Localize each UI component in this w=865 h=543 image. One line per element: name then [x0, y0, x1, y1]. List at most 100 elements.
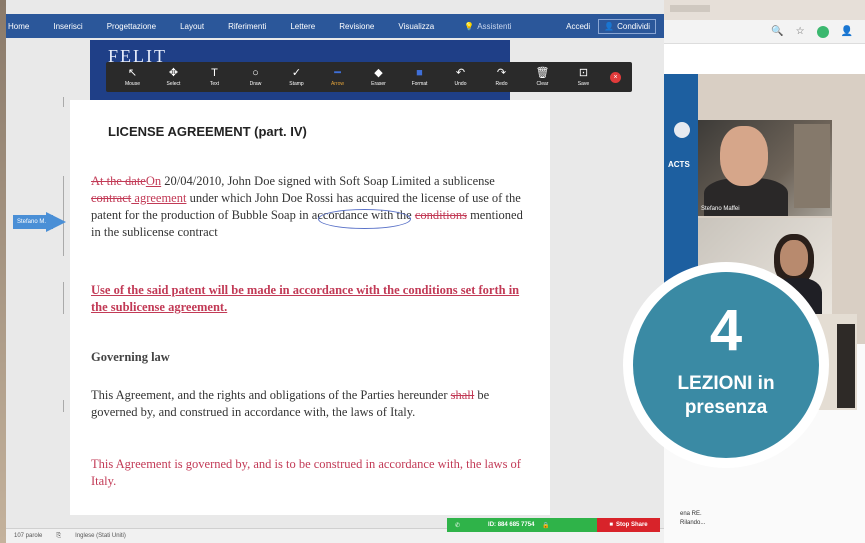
annotate-eraser-button[interactable]: ◆ Eraser [358, 62, 399, 92]
annotate-arrow-button[interactable]: ━ Arrow [317, 62, 358, 92]
stamp-icon: ✓ [291, 67, 302, 79]
proofing-icon[interactable]: ⎘ [56, 533, 61, 540]
close-annotation-icon[interactable]: × [610, 71, 621, 83]
lightbulb-icon: 💡 [464, 21, 475, 31]
annotation-toolbar: ↖ Mouse ✥ Select T Text ○ Draw ✓ Stamp ━ Arrow ◆ Eras… [106, 62, 632, 92]
eraser-icon: ◆ [374, 67, 383, 79]
annotate-undo-button[interactable]: ↶ Undo [440, 62, 481, 92]
tab-home[interactable]: Home [8, 22, 29, 31]
annotate-stamp-button[interactable]: ✓ Stamp [276, 62, 317, 92]
clear-icon: 🗑 [535, 67, 550, 79]
tool-label: Mouse [124, 81, 140, 87]
tab-review[interactable]: Revisione [339, 22, 374, 31]
sidenav-label: ACTS [668, 160, 690, 169]
stop-share-label: Stop Share [615, 522, 648, 528]
share-label: Condividi [617, 21, 650, 31]
background-shelf [794, 124, 830, 208]
chat-line: ena RE. [680, 511, 702, 517]
tool-label: Redo [495, 81, 508, 87]
revision-marker [63, 97, 64, 107]
tool-label: Draw [249, 81, 262, 87]
cursor-icon: ↖ [127, 67, 138, 79]
text-icon: T [211, 67, 218, 79]
extension-icon[interactable] [816, 25, 829, 38]
annotate-format-button[interactable]: ■ Format [399, 62, 440, 92]
zoom-icon[interactable]: 🔍 [771, 26, 783, 37]
paragraph-inserted-clause[interactable]: This Agreement is governed by, and is to… [91, 456, 531, 490]
person-icon: 👤 [604, 21, 615, 31]
paragraph-license[interactable]: At the dateOn 20/04/2010, John Doe signe… [91, 173, 531, 241]
remote-pointer-arrow-icon [46, 212, 66, 232]
tool-label: Select [166, 81, 181, 87]
screen: Home Inserisci Progettazione Layout Rife… [0, 0, 865, 543]
monitor-edge [837, 324, 855, 408]
deleted-text: At the date [91, 174, 146, 188]
tool-label: Stamp [289, 81, 304, 87]
promo-circle: 4 LEZIONI in presenza [633, 272, 819, 458]
annotate-select-button[interactable]: ✥ Select [153, 62, 194, 92]
profile-icon[interactable]: 👤 [841, 26, 853, 37]
annotate-mouse-button[interactable]: ↖ Mouse [112, 62, 153, 92]
tool-label: Arrow [330, 81, 345, 87]
tab-design[interactable]: Progettazione [107, 22, 156, 31]
format-icon: ■ [416, 67, 423, 79]
tab-references[interactable]: Riferimenti [228, 22, 266, 31]
stop-icon: ■ [609, 522, 613, 528]
body-text: 20/04/2010, John Doe signed with Soft So… [161, 174, 495, 188]
tool-label: Undo [454, 81, 467, 87]
tab-layout[interactable]: Layout [180, 22, 204, 31]
annotate-text-button[interactable]: T Text [194, 62, 235, 92]
inserted-text: agreement [131, 191, 187, 205]
participant-face [720, 126, 768, 186]
body-text: This Agreement, and the rights and oblig… [91, 388, 451, 402]
tool-label: Eraser [371, 81, 386, 87]
paragraph-governing-law[interactable]: This Agreement, and the rights and oblig… [91, 387, 531, 421]
annotation-ellipse [318, 209, 411, 229]
revision-marker [63, 282, 64, 314]
meeting-id: ID: 884 685 7754 [488, 522, 535, 528]
tool-label: Format [411, 81, 428, 87]
participant-name: Stefano Maffei [701, 206, 740, 212]
browser-toolbar: 🔍 ☆ 👤 [664, 20, 865, 44]
browser-tab-strip [664, 0, 865, 20]
star-icon[interactable]: ☆ [796, 26, 805, 37]
chat-messages: ena RE. Rilando... [680, 510, 705, 528]
ribbon-search[interactable]: 💡 Assistenti [464, 22, 511, 31]
word-count[interactable]: 107 parole [14, 533, 42, 539]
tool-label: Save [577, 81, 590, 87]
browser-tab[interactable] [670, 5, 710, 12]
word-window: Home Inserisci Progettazione Layout Rife… [0, 0, 664, 543]
chat-line: Rilando... [680, 520, 706, 526]
lock-icon[interactable]: 🔒 [542, 522, 549, 529]
participant-video[interactable]: Stefano Maffei [698, 120, 832, 216]
tab-view[interactable]: Visualizza [398, 22, 434, 31]
background-edge [0, 0, 6, 543]
deleted-text: shall [450, 388, 475, 402]
tool-label: Clear [536, 81, 549, 87]
annotate-clear-button[interactable]: 🗑 Clear [522, 62, 563, 92]
save-icon: ⊡ [578, 67, 589, 79]
promo-line-2: presenza [684, 397, 768, 418]
language-indicator[interactable]: Inglese (Stati Uniti) [75, 533, 126, 539]
arrow-icon: ━ [334, 67, 341, 79]
deleted-text: conditions [414, 208, 467, 222]
annotate-draw-button[interactable]: ○ Draw [235, 62, 276, 92]
login-link[interactable]: Accedi [566, 22, 590, 31]
tool-label: Text [209, 81, 220, 87]
stop-share-button[interactable]: ■ Stop Share [597, 518, 660, 532]
share-button[interactable]: 👤 Condividi [598, 18, 656, 34]
site-header [664, 44, 865, 74]
document-title: LICENSE AGREEMENT (part. IV) [108, 124, 307, 139]
annotate-save-button[interactable]: ⊡ Save [563, 62, 604, 92]
deleted-text: contract [91, 191, 132, 205]
annotate-redo-button[interactable]: ↷ Redo [481, 62, 522, 92]
phone-icon: ✆ [455, 522, 461, 529]
tab-insert[interactable]: Inserisci [53, 22, 82, 31]
promo-line-1: LEZIONI in [677, 373, 775, 394]
inserted-text: On [145, 174, 162, 188]
select-icon: ✥ [168, 67, 179, 79]
tab-mailings[interactable]: Lettere [290, 22, 315, 31]
ribbon-search-label: Assistenti [477, 21, 512, 31]
paragraph-use-of-patent[interactable]: Use of the said patent will be made in a… [91, 282, 531, 316]
ribbon-tabs: Home Inserisci Progettazione Layout Rife… [0, 14, 664, 38]
